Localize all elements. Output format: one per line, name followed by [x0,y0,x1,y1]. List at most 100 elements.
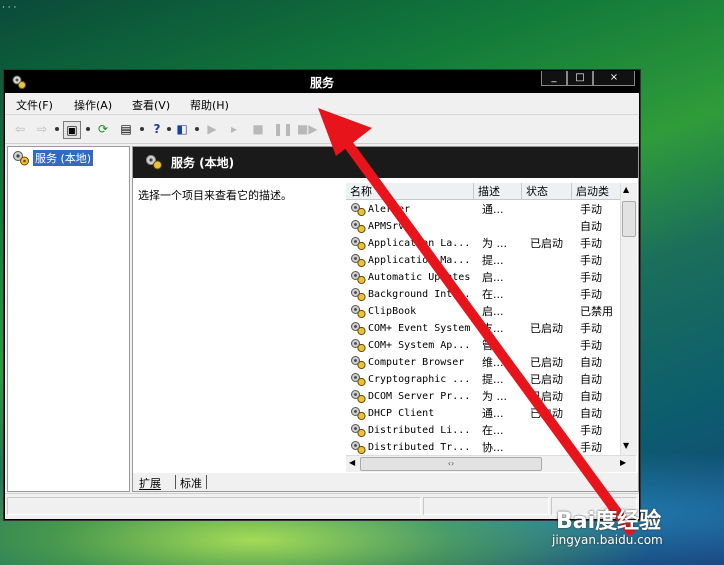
table-row[interactable]: COM+ System Ap... 管... 手动 [346,337,636,354]
service-gear-icon [351,220,366,234]
menu-view[interactable]: 查看(V) [132,97,170,113]
table-row[interactable]: Automatic Updates 启... 手动 [346,269,636,286]
close-button[interactable]: × [593,71,635,86]
service-name: COM+ System Ap... [368,340,471,351]
scroll-right-icon[interactable]: ▶ [620,458,626,467]
service-name: Computer Browser [368,357,465,368]
service-gear-icon [351,339,366,353]
toolbar-separator [55,127,59,131]
pause-service-icon[interactable]: ❚❚ [273,120,293,138]
service-description: 启... [482,305,504,318]
service-gear-icon [351,254,366,268]
tab-extended[interactable]: 扩展 [139,475,161,490]
tree-item-label: 服务 (本地) [33,150,94,166]
service-description: 在... [482,288,504,301]
details-header: 服务 (本地) [133,147,638,178]
details-title: 服务 (本地) [171,156,235,170]
watermark-logo: Bai度经验 jingyan.baidu.com [552,503,663,547]
service-name: Application Ma... [368,255,471,266]
menu-help[interactable]: 帮助(H) [190,97,229,113]
scroll-left-icon[interactable]: ◀ [349,458,355,467]
restart-service-icon[interactable]: ■▶ [297,120,318,138]
services-gear-icon [13,151,29,166]
service-name: DCOM Server Pr... [368,391,471,402]
column-header-status[interactable]: 状态 [522,183,572,200]
service-description: 为 ... [482,237,507,250]
watermark-logo-text: Bai度经验 [556,509,662,534]
vertical-scrollbar[interactable]: ▲ ▼ [620,183,637,455]
service-gear-icon [351,237,366,251]
service-gear-icon [351,424,366,438]
service-status: 已启动 [530,237,563,250]
service-name: Application La... [368,238,471,249]
table-row[interactable]: COM+ Event System 支... 已启动 手动 [346,320,636,337]
scroll-down-icon[interactable]: ▼ [623,441,629,450]
table-row[interactable]: DCOM Server Pr... 为 ... 已启动 自动 [346,388,636,405]
service-name: ClipBook [368,306,417,317]
vertical-scroll-thumb[interactable] [622,201,636,237]
show-hide-tree-icon[interactable]: ▣ [63,121,81,139]
service-description: 启... [482,271,504,284]
tab-extended-label: 扩展 [139,477,161,490]
service-gear-icon [351,390,366,404]
play-icon[interactable]: ▸ [225,120,243,138]
service-status: 已启动 [530,356,563,369]
help-icon[interactable]: ? [148,120,166,138]
table-row[interactable]: Distributed Li... 在... 手动 [346,422,636,439]
watermark-url: jingyan.baidu.com [552,533,663,547]
table-row[interactable]: Background Int... 在... 手动 [346,286,636,303]
menu-file[interactable]: 文件(F) [16,97,53,113]
service-name: DHCP Client [368,408,435,419]
service-name: Cryptographic ... [368,374,471,385]
toolbar-separator [86,127,90,131]
service-description: 协... [482,441,504,454]
service-description: 提... [482,254,504,267]
service-description: 管... [482,339,504,352]
tab-standard-label: 标准 [180,477,202,490]
table-row[interactable]: Application Ma... 提... 手动 [346,252,636,269]
column-header-name[interactable]: 名称 [346,183,474,200]
service-description: 为 ... [482,390,507,403]
service-description: 通... [482,203,504,216]
service-gear-icon [351,322,366,336]
status-segment [423,497,549,515]
service-description: 支... [482,322,504,335]
horizontal-scroll-thumb[interactable]: ‹› [360,457,542,471]
forward-arrow-icon[interactable]: ⇨ [33,120,51,138]
services-list[interactable]: 名称 描述 状态 启动类 Alerter 通... 手动 APMSrv 自动 Applic… [346,183,636,473]
table-row[interactable]: DHCP Client 通... 已启动 自动 [346,405,636,422]
maximize-button[interactable]: □ [567,71,593,86]
table-row[interactable]: Computer Browser 维... 已启动 自动 [346,354,636,371]
toolbar-separator [167,127,171,131]
export-list-icon[interactable]: ▤ [117,120,135,138]
console-view-icon[interactable]: ◧ [173,120,191,138]
tab-standard[interactable]: 标准 [175,475,207,490]
table-row[interactable]: Alerter 通... 手动 [346,201,636,218]
table-row[interactable]: Distributed Tr... 协... 手动 [346,439,636,456]
scroll-up-icon[interactable]: ▲ [623,185,629,194]
stop-service-icon[interactable]: ■ [249,120,267,138]
service-status: 已启动 [530,322,563,335]
title-bar[interactable]: 服务 _ □ × [5,71,639,93]
table-row[interactable]: Application La... 为 ... 已启动 手动 [346,235,636,252]
description-text: 选择一个项目来查看它的描述。 [138,189,292,202]
service-gear-icon [351,203,366,217]
service-gear-icon [351,288,366,302]
menu-action[interactable]: 操作(A) [74,97,112,113]
column-header-description[interactable]: 描述 [474,183,522,200]
status-segment [7,497,421,515]
minimize-button[interactable]: _ [541,71,567,86]
toolbar-separator [140,127,144,131]
horizontal-scrollbar[interactable]: ◀ ‹› ▶ [346,455,636,472]
refresh-icon[interactable]: ⟳ [94,120,112,138]
table-row[interactable]: ClipBook 启... 已禁用 [346,303,636,320]
back-arrow-icon[interactable]: ⇦ [11,120,29,138]
console-tree-pane[interactable]: 服务 (本地) [7,146,130,492]
services-window[interactable]: 服务 _ □ × 文件(F) 操作(A) 查看(V) 帮助(H) ⇦ ⇨ ▣ ⟳… [4,70,640,520]
desktop-icon-fragment: · · · [2,3,17,13]
table-row[interactable]: APMSrv 自动 [346,218,636,235]
service-name: APMSrv [368,221,405,232]
service-description: 提... [482,373,504,386]
start-service-icon[interactable]: ▶ [203,120,221,138]
table-row[interactable]: Cryptographic ... 提... 已启动 自动 [346,371,636,388]
